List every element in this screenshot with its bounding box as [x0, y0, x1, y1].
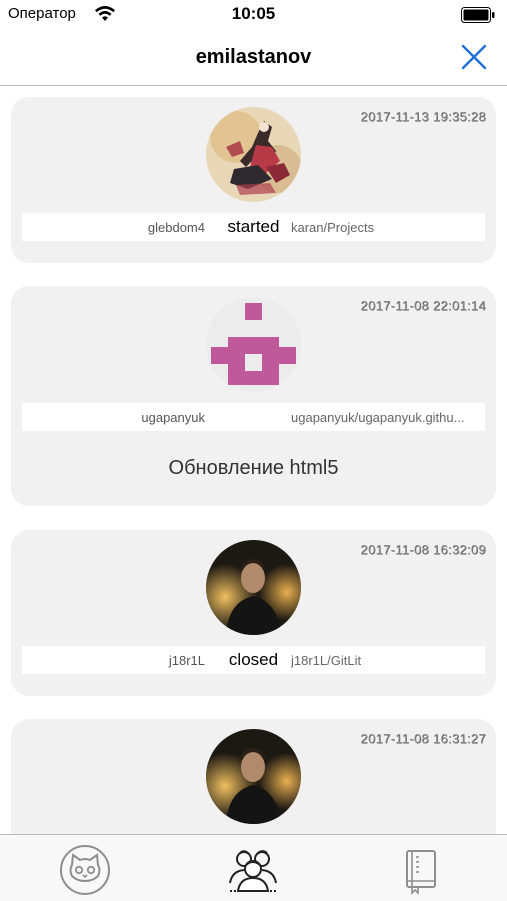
event-card[interactable]: 2017-11-08 22:01:14 ugapanyuk ugapanyuk/…: [11, 286, 496, 506]
identicon-avatar: [206, 297, 301, 392]
photo-avatar: [206, 729, 301, 824]
repository-book-icon[interactable]: [394, 843, 448, 897]
github-cat-icon[interactable]: [58, 843, 112, 897]
event-date: 2017-11-08 16:31:27: [360, 731, 486, 746]
event-repo[interactable]: ugapanyuk/ugapanyuk.githu...: [291, 410, 485, 425]
user-avatar[interactable]: [206, 729, 301, 824]
event-date: 2017-11-13 19:35:28: [360, 109, 486, 124]
event-date: 2017-11-08 22:01:14: [360, 298, 486, 313]
user-avatar[interactable]: [206, 107, 301, 202]
event-repo[interactable]: karan/Projects: [291, 220, 485, 235]
event-repo[interactable]: j18r1L/GitLit: [291, 653, 485, 668]
nav-bar: emilastanov: [0, 30, 507, 86]
battery-icon: [461, 7, 495, 23]
event-card[interactable]: 2017-11-13 19:35:28 glebdom4 started kar…: [11, 97, 496, 263]
commit-message: Обновление html5: [168, 457, 339, 479]
event-info-row: glebdom4 started karan/Projects: [22, 213, 485, 241]
people-icon[interactable]: [226, 843, 280, 897]
user-avatar[interactable]: [206, 297, 301, 392]
event-date: 2017-11-08 16:32:09: [360, 542, 486, 557]
event-feed[interactable]: 2017-11-13 19:35:28 glebdom4 started kar…: [0, 87, 507, 834]
event-card[interactable]: 2017-11-08 16:31:27: [11, 719, 496, 834]
event-info-row: j18r1L closed j18r1L/GitLit: [22, 646, 485, 674]
tab-bar: [0, 834, 507, 901]
event-info-row: ugapanyuk ugapanyuk/ugapanyuk.githu...: [22, 403, 485, 431]
status-bar: Оператор 10:05: [0, 0, 507, 30]
artwork-avatar: [206, 107, 301, 202]
event-card[interactable]: 2017-11-08 16:32:09 j18r1L closed j18r1L…: [11, 530, 496, 696]
close-icon[interactable]: [459, 42, 489, 72]
event-username[interactable]: ugapanyuk: [141, 410, 205, 425]
status-time: 10:05: [231, 4, 276, 23]
photo-avatar: [206, 540, 301, 635]
page-title: emilastanov: [195, 46, 312, 68]
user-avatar[interactable]: [206, 540, 301, 635]
